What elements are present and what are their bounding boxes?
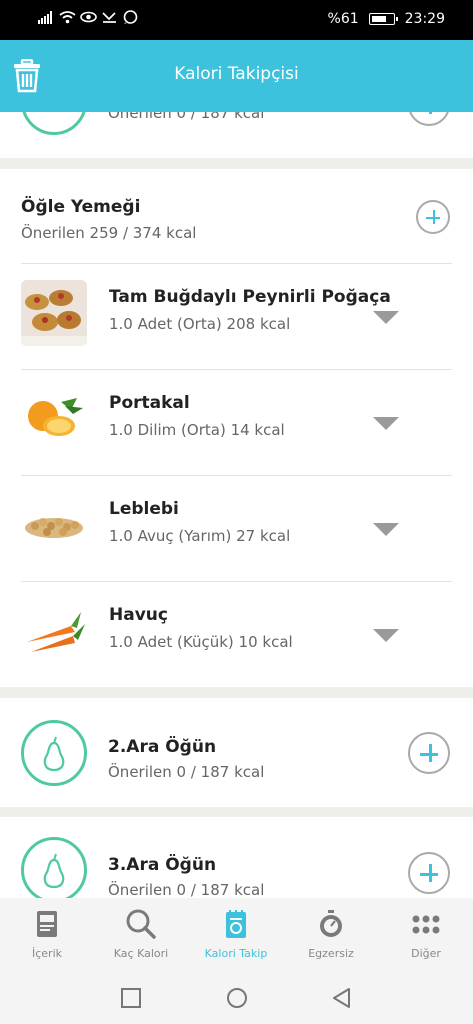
stopwatch-icon	[320, 910, 342, 937]
wifi-icon	[59, 11, 76, 24]
food-name: Leblebi	[109, 499, 179, 519]
orange-image	[21, 386, 87, 452]
food-name: Havuç	[109, 605, 168, 625]
grid-dots-icon	[412, 915, 440, 934]
food-row[interactable]: Portakal 1.0 Dilim (Orta) 14 kcal	[0, 369, 473, 475]
add-food-button[interactable]	[416, 200, 450, 234]
pear-icon	[21, 112, 87, 135]
nav-item-icerik[interactable]: İçerik	[0, 898, 94, 970]
meal-card-snack2: 2.Ara Öğün Önerilen 0 / 187 kcal	[0, 698, 473, 807]
meal-card-snack1: Önerilen 0 / 187 kcal	[0, 112, 473, 158]
meal-subtitle: Önerilen 0 / 187 kcal	[108, 763, 265, 781]
chevron-down-icon[interactable]	[373, 523, 399, 536]
chevron-down-icon[interactable]	[373, 417, 399, 430]
add-food-button[interactable]	[408, 732, 450, 774]
food-name: Tam Buğdaylı Peynirli Poğaça	[109, 287, 391, 307]
nav-item-kac-kalori[interactable]: Kaç Kalori	[94, 898, 188, 970]
meal-subtitle: Önerilen 259 / 374 kcal	[21, 224, 197, 242]
back-icon[interactable]	[330, 986, 354, 1010]
food-name: Portakal	[109, 393, 190, 413]
home-icon[interactable]	[225, 986, 249, 1010]
nav-label: Kalori Takip	[204, 947, 268, 960]
nav-label: Diğer	[411, 947, 441, 960]
pear-icon	[21, 720, 87, 786]
food-detail: 1.0 Adet (Küçük) 10 kcal	[109, 633, 293, 651]
add-food-button[interactable]	[408, 852, 450, 894]
signal-icon	[38, 11, 52, 24]
eye-icon	[80, 11, 97, 23]
divider	[21, 263, 452, 264]
chickpea-image	[21, 492, 87, 558]
nav-item-diger[interactable]: Diğer	[379, 898, 473, 970]
divider	[21, 369, 452, 370]
status-icons	[38, 10, 139, 24]
divider	[21, 581, 452, 582]
missed-call-icon	[102, 12, 116, 23]
nav-label: Kaç Kalori	[113, 947, 169, 960]
page-title: Kalori Takipçisi	[174, 64, 299, 84]
clock: 23:29	[404, 11, 445, 27]
battery-icon	[368, 13, 398, 25]
meal-subtitle: Önerilen 0 / 187 kcal	[108, 112, 265, 122]
recents-icon[interactable]	[119, 986, 143, 1010]
status-right: %61 23:29	[328, 11, 445, 27]
meal-subtitle: Önerilen 0 / 187 kcal	[108, 881, 265, 898]
food-row[interactable]: Tam Buğdaylı Peynirli Poğaça 1.0 Adet (O…	[0, 263, 473, 369]
pear-icon	[21, 837, 87, 898]
meal-title: Öğle Yemeği	[21, 197, 141, 217]
book-icon	[37, 911, 57, 937]
chevron-down-icon[interactable]	[373, 311, 399, 324]
food-detail: 1.0 Adet (Orta) 208 kcal	[109, 315, 291, 333]
pogaca-image	[21, 280, 87, 346]
whatsapp-icon	[123, 10, 138, 24]
meal-card-snack3: 3.Ara Öğün Önerilen 0 / 187 kcal	[0, 817, 473, 898]
food-detail: 1.0 Dilim (Orta) 14 kcal	[109, 421, 285, 439]
divider	[21, 475, 452, 476]
meal-title: 3.Ara Öğün	[108, 855, 217, 875]
food-row[interactable]: Havuç 1.0 Adet (Küçük) 10 kcal	[0, 581, 473, 687]
battery-percent: %61	[327, 11, 359, 27]
food-row[interactable]: Leblebi 1.0 Avuç (Yarım) 27 kcal	[0, 475, 473, 581]
carrot-image	[21, 598, 87, 664]
add-food-button[interactable]	[408, 112, 450, 126]
bottom-nav: İçerik Kaç Kalori Kalori Takip Egzersiz	[0, 898, 473, 970]
meal-list[interactable]: Önerilen 0 / 187 kcal Öğle Yemeği Öneril…	[0, 112, 473, 898]
app-bar: Kalori Takipçisi	[0, 40, 473, 112]
tracker-icon	[226, 910, 246, 938]
meal-title: 2.Ara Öğün	[108, 737, 217, 757]
nav-label: İçerik	[31, 947, 62, 960]
food-detail: 1.0 Avuç (Yarım) 27 kcal	[109, 527, 291, 545]
nav-label: Egzersiz	[308, 947, 354, 960]
system-nav-bar	[0, 970, 473, 1024]
nav-item-kalori-takip[interactable]: Kalori Takip	[189, 898, 283, 970]
nav-item-egzersiz[interactable]: Egzersiz	[284, 898, 378, 970]
status-bar: %61 23:29	[0, 0, 473, 40]
chevron-down-icon[interactable]	[373, 629, 399, 642]
meal-card-lunch: Öğle Yemeği Önerilen 259 / 374 kcal Tam …	[0, 169, 473, 687]
search-icon	[126, 909, 156, 939]
